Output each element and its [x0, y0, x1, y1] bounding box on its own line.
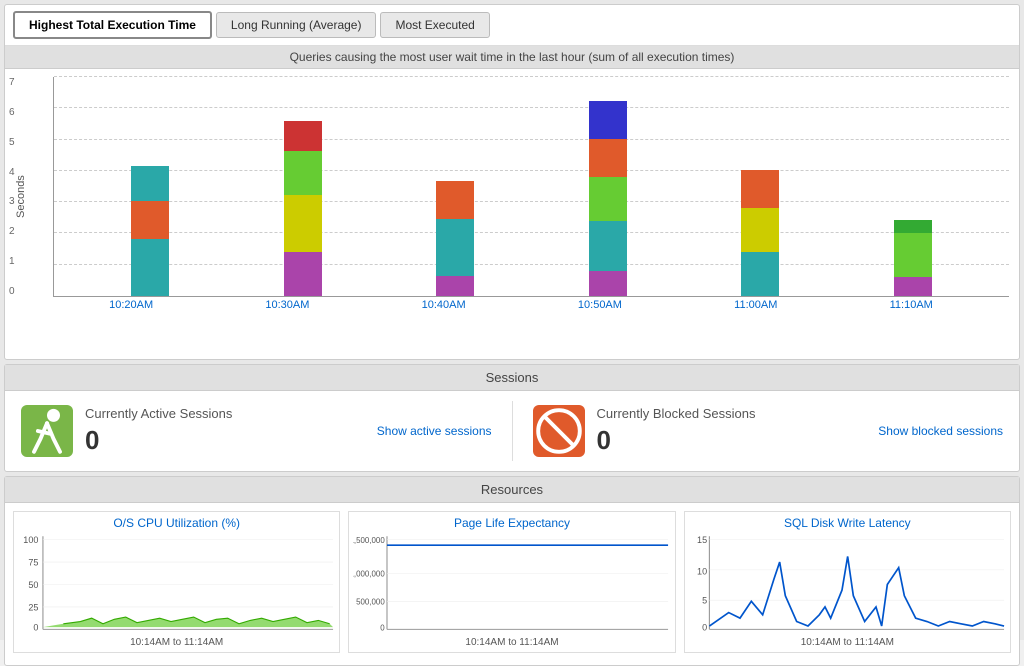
resources-title: Resources [5, 477, 1019, 503]
blocked-sessions-info: Currently Blocked Sessions 0 [597, 406, 867, 456]
svg-text:0: 0 [33, 623, 38, 633]
active-sessions-label: Currently Active Sessions [85, 406, 365, 421]
bar-group-1050 [589, 101, 627, 296]
cpu-plot: 100 75 50 25 0 [18, 534, 335, 635]
tab-mostexecuted[interactable]: Most Executed [380, 12, 489, 38]
chart-subtitle: Queries causing the most user wait time … [5, 46, 1019, 69]
active-sessions-count: 0 [85, 425, 365, 456]
cpu-time-range: 10:14AM to 11:14AM [130, 637, 223, 648]
cpu-chart-title[interactable]: O/S CPU Utilization (%) [113, 516, 240, 530]
chart-inner: Seconds 0 1 2 3 4 5 6 7 [15, 77, 1009, 317]
svg-text:15: 15 [697, 535, 707, 545]
blocked-icon [533, 405, 585, 457]
chart-area: Seconds 0 1 2 3 4 5 6 7 [5, 69, 1019, 359]
cpu-svg: 100 75 50 25 0 [18, 534, 335, 635]
blocked-sessions-card: Currently Blocked Sessions 0 Show blocke… [533, 405, 1004, 457]
resources-row: O/S CPU Utilization (%) 100 75 50 25 0 [5, 503, 1019, 661]
tabs-row: Highest Total Execution Time Long Runnin… [5, 5, 1019, 46]
blocked-sessions-icon [533, 405, 585, 457]
cpu-chart: O/S CPU Utilization (%) 100 75 50 25 0 [13, 511, 340, 653]
disklatency-time-range: 10:14AM to 11:14AM [801, 637, 894, 648]
bar-group-1030 [284, 121, 322, 296]
ple-chart-title[interactable]: Page Life Expectancy [454, 516, 570, 530]
show-active-sessions-link[interactable]: Show active sessions [377, 424, 492, 438]
svg-text:75: 75 [28, 557, 38, 567]
svg-text:10: 10 [697, 566, 707, 576]
disklatency-svg: 15 10 5 0 [689, 534, 1006, 635]
ple-time-range: 10:14AM to 11:14AM [465, 637, 558, 648]
resources-section: Resources O/S CPU Utilization (%) 100 75… [4, 476, 1020, 666]
svg-text:0: 0 [702, 623, 707, 633]
svg-text:25: 25 [28, 602, 38, 612]
x-label-1110[interactable]: 11:10AM [890, 299, 933, 311]
y-tick-0: 0 [9, 286, 15, 297]
x-label-1020[interactable]: 10:20AM [109, 299, 153, 311]
main-container: Highest Total Execution Time Long Runnin… [0, 0, 1024, 640]
x-label-1040[interactable]: 10:40AM [422, 299, 466, 311]
disklatency-chart-title[interactable]: SQL Disk Write Latency [784, 516, 911, 530]
disklatency-plot: 15 10 5 0 [689, 534, 1006, 635]
y-tick-6: 6 [9, 107, 15, 118]
bar-group-1040 [436, 181, 474, 296]
bar-group-1110 [894, 220, 932, 296]
running-person-icon [21, 405, 73, 457]
y-axis-label: Seconds [15, 77, 27, 317]
sessions-section: Sessions Currently Active Sessions 0 Sho… [4, 364, 1020, 472]
active-sessions-info: Currently Active Sessions 0 [85, 406, 365, 456]
svg-text:500,000: 500,000 [356, 598, 385, 607]
bar-group-1100 [741, 170, 779, 296]
svg-text:1,500,000: 1,500,000 [353, 536, 385, 545]
disklatency-chart: SQL Disk Write Latency 15 10 5 0 [684, 511, 1011, 653]
y-tick-3: 3 [9, 196, 15, 207]
y-tick-7: 7 [9, 77, 15, 88]
sessions-divider [512, 401, 513, 461]
show-blocked-sessions-link[interactable]: Show blocked sessions [878, 424, 1003, 438]
sessions-row: Currently Active Sessions 0 Show active … [5, 391, 1019, 471]
blocked-sessions-count: 0 [597, 425, 867, 456]
active-sessions-card: Currently Active Sessions 0 Show active … [21, 405, 492, 457]
tab-longrunning[interactable]: Long Running (Average) [216, 12, 377, 38]
ple-chart: Page Life Expectancy 1,500,000 1,000,000… [348, 511, 675, 653]
svg-text:0: 0 [381, 624, 386, 633]
svg-text:50: 50 [28, 580, 38, 590]
svg-text:100: 100 [23, 535, 38, 545]
chart-plot [53, 77, 1009, 297]
bar-group-1020 [131, 166, 169, 296]
y-tick-1: 1 [9, 256, 15, 267]
ple-svg: 1,500,000 1,000,000 500,000 0 [353, 534, 670, 635]
svg-text:1,000,000: 1,000,000 [353, 570, 385, 579]
y-tick-2: 2 [9, 226, 15, 237]
x-label-1030[interactable]: 10:30AM [265, 299, 309, 311]
svg-text:5: 5 [702, 596, 707, 606]
top-section: Highest Total Execution Time Long Runnin… [4, 4, 1020, 360]
y-tick-4: 4 [9, 167, 15, 178]
blocked-sessions-label: Currently Blocked Sessions [597, 406, 867, 421]
active-sessions-icon [21, 405, 73, 457]
tab-highest[interactable]: Highest Total Execution Time [13, 11, 212, 39]
x-label-1050[interactable]: 10:50AM [578, 299, 622, 311]
x-label-1100[interactable]: 11:00AM [734, 299, 777, 311]
ple-plot: 1,500,000 1,000,000 500,000 0 [353, 534, 670, 635]
sessions-title: Sessions [5, 365, 1019, 391]
x-axis-labels: 10:20AM 10:30AM 10:40AM 10:50AM 11:00AM … [31, 297, 1009, 311]
y-tick-5: 5 [9, 137, 15, 148]
